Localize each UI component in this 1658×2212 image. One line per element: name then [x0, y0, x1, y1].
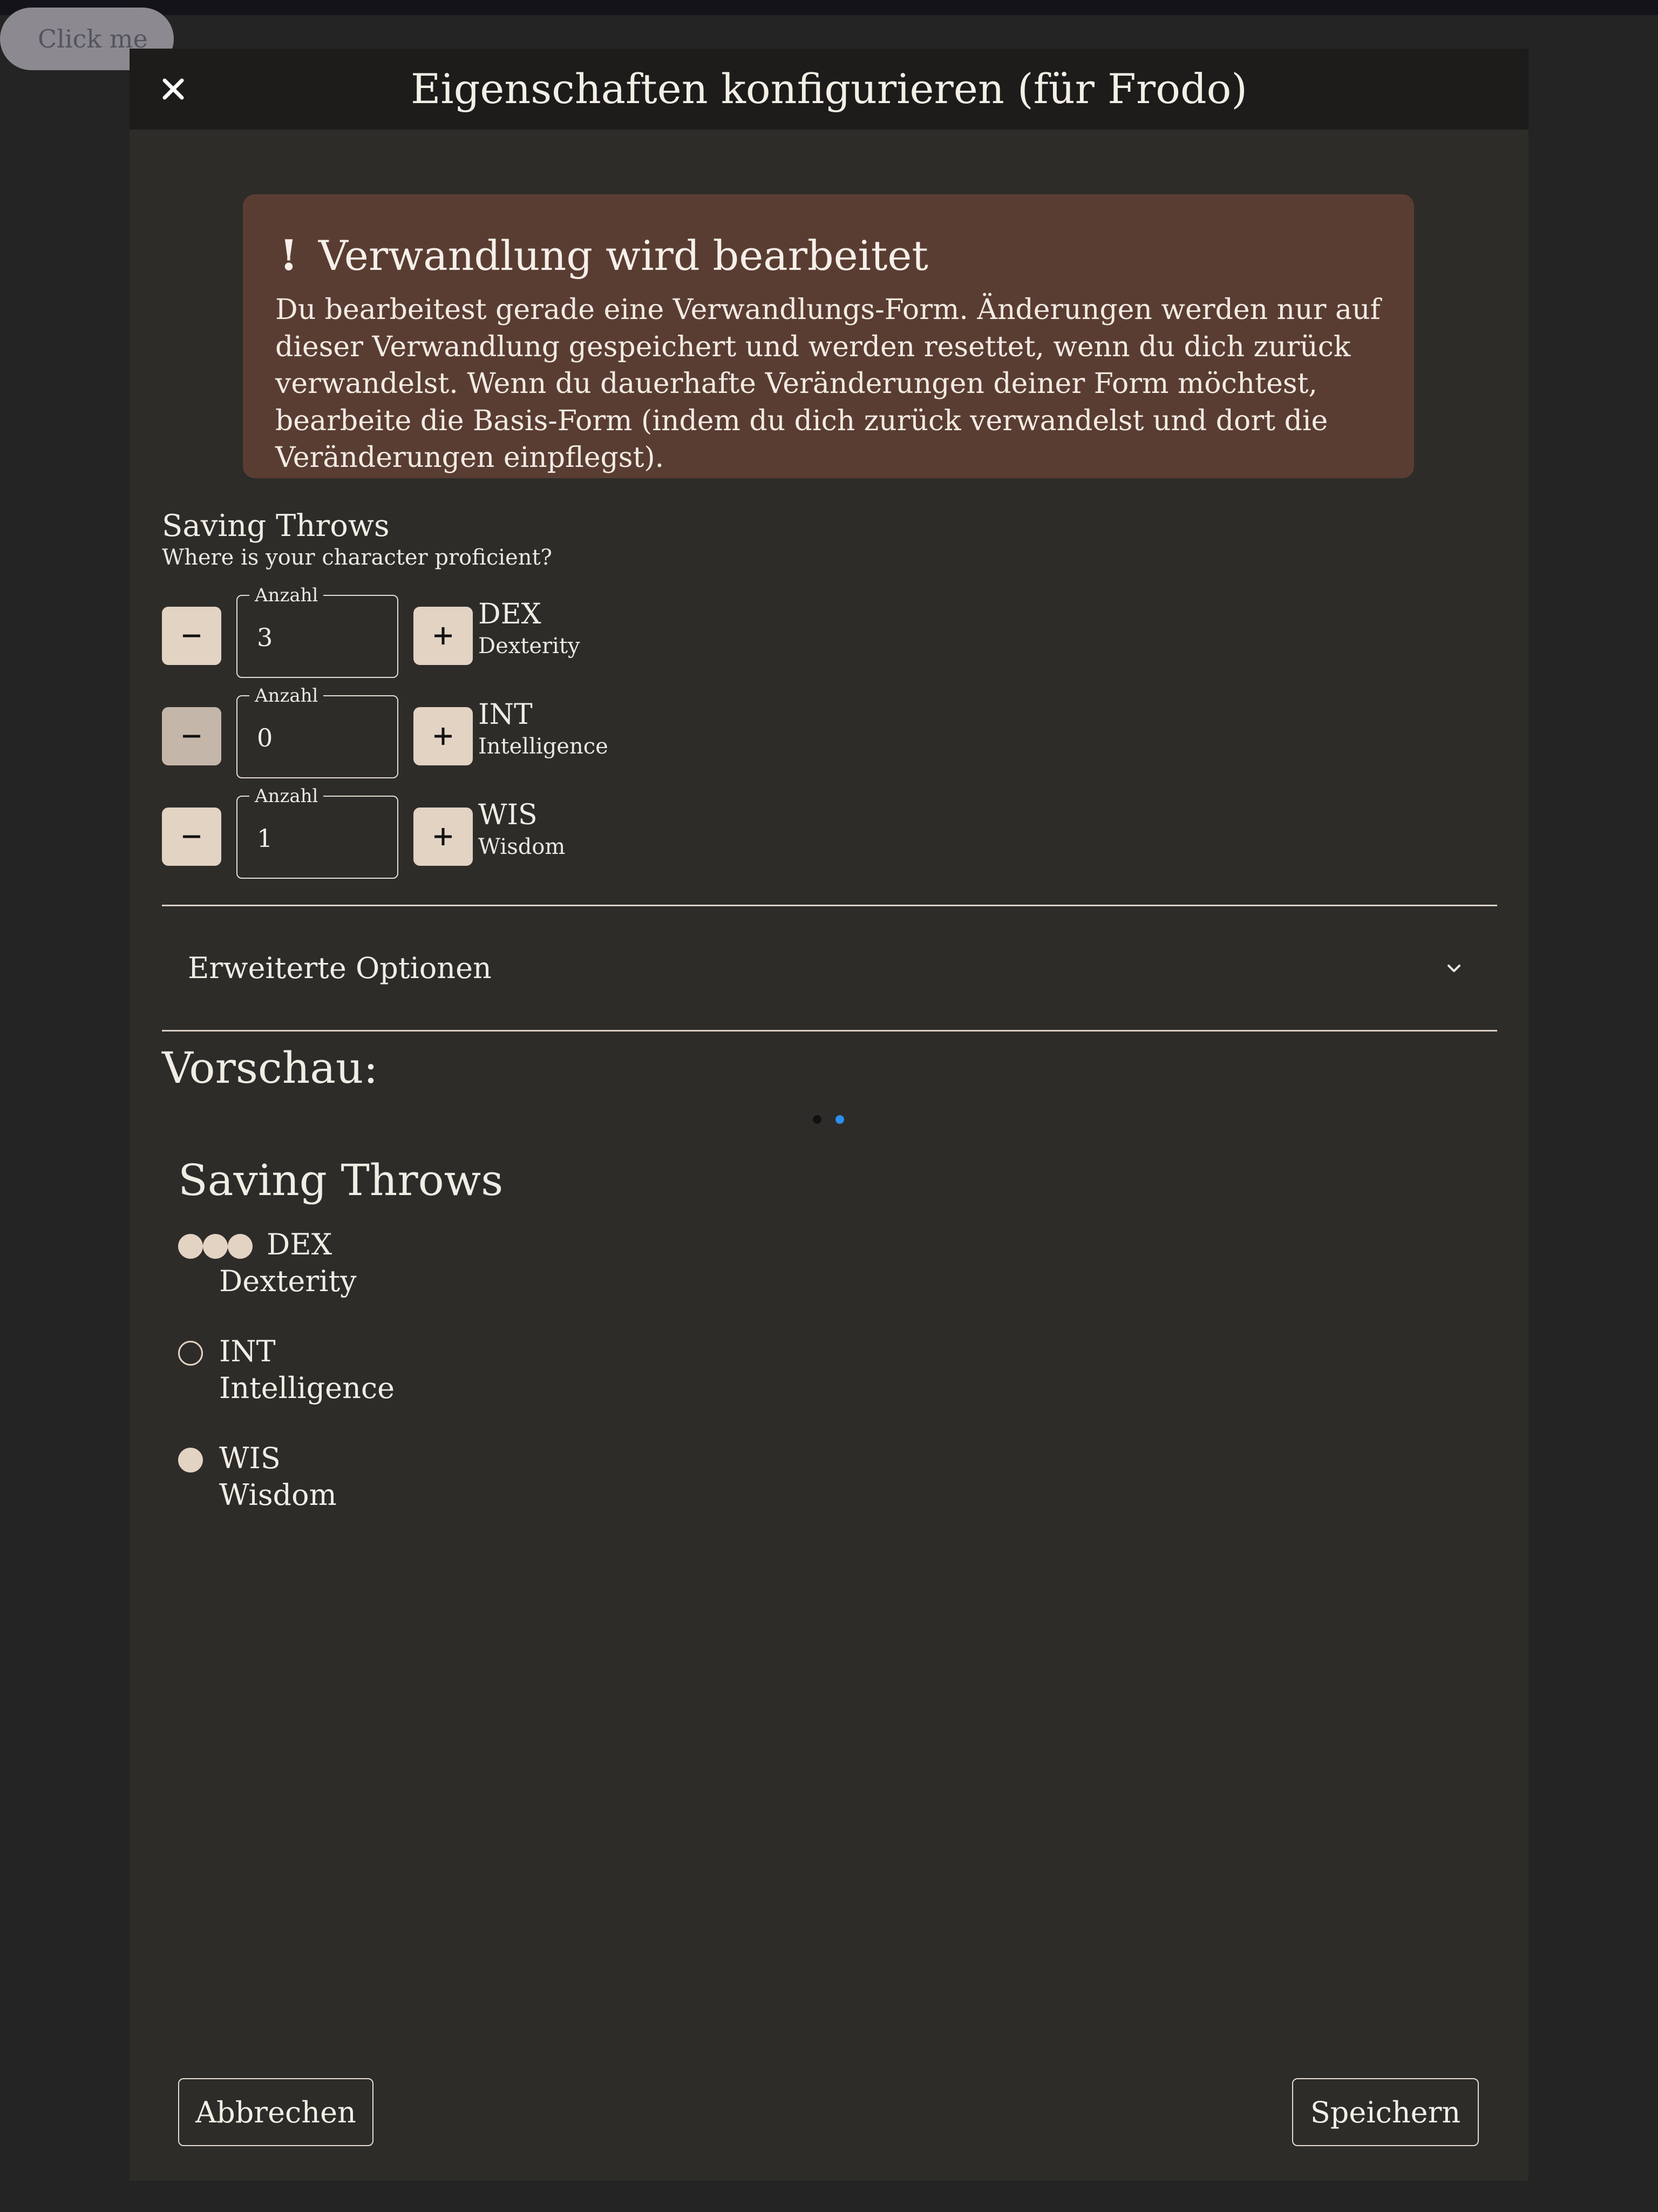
field-label: Anzahl — [249, 686, 324, 706]
ability-abbr: INT — [478, 698, 533, 731]
plus-icon — [434, 627, 452, 644]
dialog-header: Eigenschaften konfigurieren (für Frodo) — [130, 49, 1528, 130]
close-button[interactable] — [151, 67, 195, 111]
preview-abbr: WIS — [219, 1441, 281, 1475]
preview-abbr: DEX — [267, 1227, 332, 1261]
quantity-value: 1 — [257, 824, 273, 853]
divider — [162, 905, 1497, 906]
ability-name: Dexterity — [478, 634, 580, 659]
decrement-button[interactable] — [162, 808, 221, 866]
ability-abbr: DEX — [478, 598, 541, 630]
preview-heading: Saving Throws — [178, 1155, 504, 1205]
preview-name: Dexterity — [219, 1264, 357, 1298]
ability-abbr: WIS — [478, 799, 538, 831]
window-top-bar — [0, 0, 1658, 15]
advanced-options-label: Erweiterte Optionen — [188, 951, 492, 985]
ability-name: Wisdom — [478, 834, 566, 859]
preview-abbr: INT — [219, 1334, 276, 1368]
quantity-field[interactable]: Anzahl 3 — [236, 585, 398, 678]
proficiency-dot-filled — [228, 1234, 253, 1259]
decrement-button[interactable] — [162, 707, 221, 765]
proficiency-dot-filled — [178, 1448, 203, 1473]
configure-dialog: Eigenschaften konfigurieren (für Frodo) … — [130, 49, 1528, 2181]
chevron-down-icon — [1448, 965, 1460, 972]
preview-label: Vorschau: — [162, 1043, 378, 1093]
minus-icon — [183, 735, 200, 738]
saving-throw-row-int: Anzahl 0 INT Intelligence — [162, 686, 810, 782]
proficiency-dots — [178, 1234, 253, 1260]
saving-throw-row-wis: Anzahl 1 WIS Wisdom — [162, 786, 810, 882]
divider — [162, 1030, 1497, 1032]
proficiency-dots — [178, 1341, 203, 1367]
preview-name: Intelligence — [219, 1371, 395, 1405]
carousel-dot[interactable] — [813, 1115, 821, 1124]
plus-icon — [434, 828, 452, 845]
alert-title: Verwandlung wird bearbeitet — [318, 231, 928, 280]
quantity-field[interactable]: Anzahl 1 — [236, 786, 398, 879]
saving-throws-title: Saving Throws — [162, 508, 390, 544]
dialog-title: Eigenschaften konfigurieren (für Frodo) — [410, 65, 1248, 113]
proficiency-dot-filled — [178, 1234, 203, 1259]
increment-button[interactable] — [413, 607, 473, 665]
proficiency-dot-filled — [203, 1234, 228, 1259]
preview-name: Wisdom — [219, 1478, 337, 1512]
alert-body: Du bearbeitest gerade eine Verwandlungs-… — [275, 294, 1381, 474]
transformation-alert: ! Verwandlung wird bearbeitet Du bearbei… — [243, 194, 1414, 478]
ability-name: Intelligence — [478, 734, 608, 759]
quantity-value: 3 — [257, 623, 273, 652]
save-button[interactable]: Speichern — [1292, 2078, 1479, 2146]
increment-button[interactable] — [413, 808, 473, 866]
decrement-button[interactable] — [162, 607, 221, 665]
field-label: Anzahl — [249, 585, 324, 606]
increment-button[interactable] — [413, 707, 473, 765]
advanced-options-accordion[interactable]: Erweiterte Optionen — [162, 907, 1497, 1030]
minus-icon — [183, 634, 200, 637]
proficiency-dots — [178, 1448, 203, 1474]
exclamation-icon: ! — [279, 230, 298, 280]
carousel-dot-active[interactable] — [835, 1115, 844, 1124]
close-icon — [162, 78, 184, 100]
field-label: Anzahl — [249, 786, 324, 806]
minus-icon — [183, 835, 200, 838]
saving-throws-subtitle: Where is your character proficient? — [162, 545, 552, 570]
cancel-button[interactable]: Abbrechen — [178, 2078, 373, 2146]
plus-icon — [434, 728, 452, 745]
quantity-value: 0 — [257, 723, 273, 752]
proficiency-dot-empty — [178, 1341, 203, 1366]
saving-throw-row-dex: Anzahl 3 DEX Dexterity — [162, 585, 810, 681]
quantity-field[interactable]: Anzahl 0 — [236, 686, 398, 778]
